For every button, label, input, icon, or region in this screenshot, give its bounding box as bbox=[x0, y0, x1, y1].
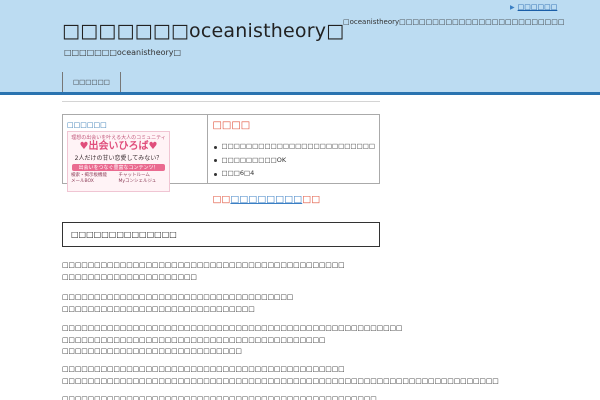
list-item: □□□□□□□□□□□□□□□□□□□□□□□□□ bbox=[212, 140, 375, 154]
right-heading: □□□□ bbox=[212, 120, 251, 131]
ad-banner-image[interactable]: 理想の出会いを叶える大人のコミュニティ ♥出会いひろば♥ 2人だけの甘い恋愛して… bbox=[67, 131, 170, 192]
table-cell-right: □□□□ □□□□□□□□□□□□□□□□□□□□□□□□□ □□□□□□□□□… bbox=[208, 115, 379, 205]
table-cell-left: □□□□□□ 理想の出会いを叶える大人のコミュニティ ♥出会いひろば♥ 2人だけ… bbox=[63, 115, 209, 192]
top-link[interactable]: ▶ □□□□□□ bbox=[510, 3, 557, 11]
nav-item-home[interactable]: □□□□□□ bbox=[62, 72, 121, 92]
list-item: □□□6□4 bbox=[212, 167, 375, 181]
banner-logo-text: 出会いひろば bbox=[88, 141, 149, 152]
paragraph-line: □□□□□□□□□□□□□□□□□□□□□□□□□□□□□□□□□□□□ bbox=[62, 293, 294, 301]
cta-line: □□□□□□□□□□□□ bbox=[212, 194, 320, 205]
top-link-text[interactable]: □□□□□□ bbox=[518, 3, 558, 11]
site-description: □oceanistheory□□□□□□□□□□□□□□□□□□□□□□□□□ bbox=[343, 18, 565, 26]
paragraph: □□□□□□□□□□□□□□□□□□□□□□□□□□□□□□□□□□□□□□□□… bbox=[62, 260, 345, 283]
cta-bracket-open: □□ bbox=[212, 194, 231, 205]
boxed-heading: □□□□□□□□□□□□□□ bbox=[62, 222, 380, 247]
cta-link[interactable]: □□□□□□□□ bbox=[230, 194, 302, 205]
banner-line-4: 出会いをつなぐ豊富なコンテンツ！ bbox=[72, 164, 165, 171]
paragraph: □□□□□□□□□□□□□□□□□□□□□□□□□□□□□□□□□□□□□□□□… bbox=[62, 364, 499, 387]
paragraph-line: □□□□□□□□□□□□□□□□□□□□□ bbox=[62, 272, 197, 281]
paragraph: □□□□□□□□□□□□□□□□□□□□□□□□□□□□□□□□□□□□ □□□… bbox=[62, 292, 293, 315]
paragraph-line: □□□□□□□□□□□□□□□□□□□□□□□□□□□□□□□□□□□□□□□□… bbox=[62, 376, 499, 385]
paragraph-line: □□□□□□□□□□□□□□□□□□□□□□□□□□□□□□ bbox=[62, 304, 255, 313]
paragraph: □□□□□□□□□□□□□□□□□□□□□□□□□□□□□□□□□□□□□□□□… bbox=[62, 323, 402, 358]
banner-feature: Myコンシェルジュ bbox=[118, 179, 157, 184]
site-title[interactable]: □□□□□□□oceanistheory□ bbox=[62, 20, 344, 42]
banner-features: 検索・掲示板機能 チャットルーム メールBOX Myコンシェルジュ bbox=[68, 171, 169, 185]
banner-line-1: 理想の出会いを叶える大人のコミュニティ bbox=[71, 135, 166, 141]
banner-feature: メールBOX bbox=[71, 179, 94, 184]
header-divider bbox=[0, 92, 600, 95]
banner-line-2: ♥出会いひろば♥ bbox=[68, 141, 169, 153]
paragraph-line: □□□□□□□□□□□□□□□□□□□□□□□□□□□□□□□□□□□□□□□□… bbox=[62, 324, 403, 332]
list-item: □□□□□□□□□OK bbox=[212, 154, 375, 168]
feature-list: □□□□□□□□□□□□□□□□□□□□□□□□□ □□□□□□□□□OK □□… bbox=[212, 140, 375, 181]
site-header: ▶ □□□□□□ □□□□□□□oceanistheory□ □oceanisth… bbox=[0, 0, 600, 92]
paragraph: □□□□□□□□□□□□□□□□□□□□□□□□□□□□□□□□□□□□□□□□… bbox=[62, 394, 377, 400]
left-heading: □□□□□□ bbox=[67, 121, 107, 129]
triangle-right-icon: ▶ bbox=[510, 4, 515, 11]
heart-icon: ♥ bbox=[79, 141, 89, 152]
info-table: □□□□□□ 理想の出会いを叶える大人のコミュニティ ♥出会いひろば♥ 2人だけ… bbox=[62, 114, 380, 205]
paragraph-line: □□□□□□□□□□□□□□□□□□□□□□□□□□□□□□□□□□□□□□□□… bbox=[62, 395, 377, 400]
site-subtitle: □□□□□□□oceanistheory□ bbox=[64, 48, 182, 57]
content-divider bbox=[62, 101, 380, 102]
paragraph-line: □□□□□□□□□□□□□□□□□□□□□□□□□□□□□□□□□□□□□□□□… bbox=[62, 261, 345, 269]
heart-icon: ♥ bbox=[148, 141, 158, 152]
paragraph-line: □□□□□□□□□□□□□□□□□□□□□□□□□□□□□□□□□□□□□□□□… bbox=[62, 365, 345, 373]
banner-line-3: 2人だけの甘い恋愛してみない？ bbox=[74, 155, 163, 162]
paragraph-line: □□□□□□□□□□□□□□□□□□□□□□□□□□□□ bbox=[62, 347, 242, 355]
cta-bracket-close: □□ bbox=[302, 194, 321, 205]
paragraph-line: □□□□□□□□□□□□□□□□□□□□□□□□□□□□□□□□□□□□□□□□… bbox=[62, 335, 326, 344]
